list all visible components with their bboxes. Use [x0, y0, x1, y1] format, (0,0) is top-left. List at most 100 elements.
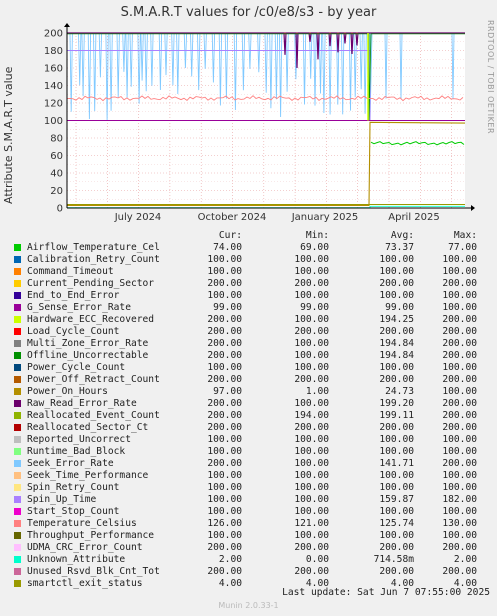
- legend-swatch: [14, 268, 21, 275]
- legend-avg-value: 100.00: [379, 290, 414, 301]
- legend-series-name: Unknown_Attribute: [27, 554, 126, 565]
- legend-row: Power_Cycle_Count 100.00 100.00 100.00 100.0…: [14, 362, 484, 374]
- legend-min-value: 100.00: [294, 434, 329, 445]
- y-axis-arrow: [64, 23, 70, 27]
- legend-row: Airflow_Temperature_Cel 74.00 69.00 73.37 77…: [14, 242, 484, 254]
- legend-max-value: 100.00: [442, 266, 477, 277]
- legend-min-value: 100.00: [294, 398, 329, 409]
- x-tick-label: October 2024: [198, 212, 267, 223]
- legend-avg-value: 200.00: [379, 566, 414, 577]
- legend-swatch: [14, 580, 21, 587]
- legend-swatch: [14, 484, 21, 491]
- legend-swatch: [14, 340, 21, 347]
- legend-swatch: [14, 304, 21, 311]
- legend-cur-value: 200.00: [207, 410, 242, 421]
- legend-max-value: 100.00: [442, 290, 477, 301]
- legend-series-name: Calibration_Retry_Count: [27, 254, 160, 265]
- legend-series-name: Spin_Up_Time: [27, 494, 97, 505]
- legend-min-value: 0.00: [305, 554, 329, 565]
- legend-swatch: [14, 388, 21, 395]
- legend-min-value: 1.00: [305, 386, 329, 397]
- legend-avg-value: 194.84: [379, 338, 414, 349]
- legend-min-value: 99.00: [300, 302, 329, 313]
- x-axis-arrow: [471, 205, 475, 211]
- legend-header-min: Min:: [305, 230, 329, 241]
- legend-min-value: 200.00: [294, 566, 329, 577]
- y-tick-label: 200: [44, 29, 63, 40]
- legend-swatch: [14, 460, 21, 467]
- legend-swatch: [14, 412, 21, 419]
- legend-row: UDMA_CRC_Error_Count 200.00 200.00 200.00 20…: [14, 542, 484, 554]
- legend-swatch: [14, 520, 21, 527]
- legend-max-value: 200.00: [442, 338, 477, 349]
- legend-swatch: [14, 436, 21, 443]
- y-tick-label: 120: [44, 99, 63, 110]
- y-tick-label: 80: [50, 134, 63, 145]
- legend-cur-value: 200.00: [207, 278, 242, 289]
- legend-max-value: 100.00: [442, 446, 477, 457]
- legend-header-cur: Cur:: [218, 230, 242, 241]
- legend-max-value: 200.00: [442, 458, 477, 469]
- legend-min-value: 100.00: [294, 506, 329, 517]
- legend-swatch: [14, 328, 21, 335]
- legend-cur-value: 4.00: [218, 578, 242, 589]
- legend-row: G_Sense_Error_Rate 99.00 99.00 99.00 100.00: [14, 302, 484, 314]
- legend-series-name: Airflow_Temperature_Cel: [27, 242, 160, 253]
- y-tick-label: 140: [44, 81, 63, 92]
- legend-max-value: 100.00: [442, 362, 477, 373]
- legend-swatch: [14, 472, 21, 479]
- last-update: Last update: Sat Jun 7 07:55:00 2025: [282, 587, 490, 598]
- y-tick-label: 180: [44, 46, 63, 57]
- legend-cur-value: 74.00: [213, 242, 242, 253]
- legend-max-value: 2.00: [453, 554, 477, 565]
- legend-row: Throughput_Performance 100.00 100.00 100.00…: [14, 530, 484, 542]
- legend-avg-value: 100.00: [379, 530, 414, 541]
- legend-max-value: 130.00: [442, 518, 477, 529]
- legend-cur-value: 200.00: [207, 374, 242, 385]
- legend-swatch: [14, 400, 21, 407]
- legend-min-value: 100.00: [294, 482, 329, 493]
- legend-cur-value: 200.00: [207, 326, 242, 337]
- legend-cur-value: 100.00: [207, 446, 242, 457]
- legend-min-value: 194.00: [294, 410, 329, 421]
- legend-series-name: Raw_Read_Error_Rate: [27, 398, 137, 409]
- legend-swatch: [14, 556, 21, 563]
- legend-row: Unused_Rsvd_Blk_Cnt_Tot 200.00 200.00 200.0…: [14, 566, 484, 578]
- legend-max-value: 200.00: [442, 398, 477, 409]
- legend-series-name: Power_On_Hours: [27, 386, 108, 397]
- legend-cur-value: 2.00: [218, 554, 242, 565]
- legend-cur-value: 100.00: [207, 266, 242, 277]
- legend-series-name: UDMA_CRC_Error_Count: [27, 542, 143, 553]
- legend-max-value: 100.00: [442, 302, 477, 313]
- legend-header-avg: Avg:: [390, 230, 414, 241]
- legend-avg-value: 194.25: [379, 314, 414, 325]
- legend-cur-value: 126.00: [207, 518, 242, 529]
- legend-swatch: [14, 364, 21, 371]
- legend-series-name: Start_Stop_Count: [27, 506, 120, 517]
- legend-min-value: 200.00: [294, 374, 329, 385]
- legend-cur-value: 97.00: [213, 386, 242, 397]
- legend-cur-value: 200.00: [207, 398, 242, 409]
- legend-series-name: Runtime_Bad_Block: [27, 446, 126, 457]
- legend-swatch: [14, 496, 21, 503]
- legend-cur-value: 100.00: [207, 470, 242, 481]
- legend-swatch: [14, 280, 21, 287]
- legend-min-value: 100.00: [294, 470, 329, 481]
- legend-row: Raw_Read_Error_Rate 200.00 100.00 199.20 200…: [14, 398, 484, 410]
- x-tick-label: January 2025: [291, 212, 359, 223]
- legend-series-name: Multi_Zone_Error_Rate: [27, 338, 149, 349]
- legend-min-value: 100.00: [294, 314, 329, 325]
- legend-min-value: 200.00: [294, 422, 329, 433]
- legend-avg-value: 194.84: [379, 350, 414, 361]
- legend-series-name: Current_Pending_Sector: [27, 278, 155, 289]
- legend-swatch: [14, 244, 21, 251]
- legend-row: Current_Pending_Sector 200.00 200.00 200.00…: [14, 278, 484, 290]
- legend-min-value: 200.00: [294, 326, 329, 337]
- legend-min-value: 69.00: [300, 242, 329, 253]
- legend-swatch: [14, 508, 21, 515]
- legend-row: Start_Stop_Count 100.00 100.00 100.00 100.00: [14, 506, 484, 518]
- legend-cur-value: 100.00: [207, 494, 242, 505]
- legend-row: Load_Cycle_Count 200.00 200.00 200.00 200.00: [14, 326, 484, 338]
- legend-cur-value: 100.00: [207, 254, 242, 265]
- legend-series-name: G_Sense_Error_Rate: [27, 302, 131, 313]
